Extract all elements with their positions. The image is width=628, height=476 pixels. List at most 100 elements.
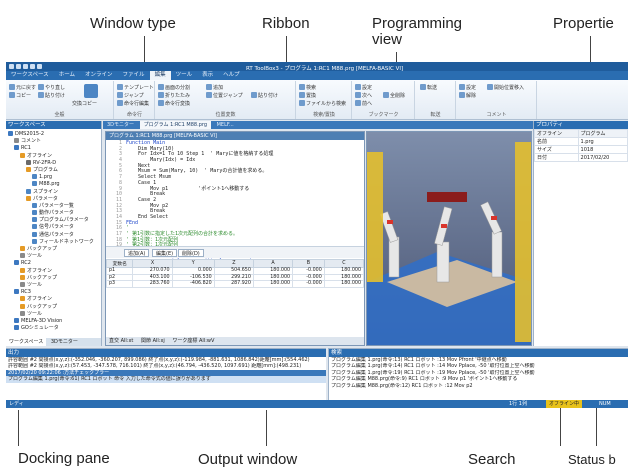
column-header[interactable]: X [132,259,173,268]
tab-cartesian[interactable]: 直交 All:xt [106,337,136,345]
position-paste-button[interactable]: 貼り付け [251,92,278,99]
column-header[interactable]: C [323,259,365,268]
quick-access-toolbar[interactable] [9,64,42,69]
tree-node-label: GOシミュレータ [21,325,59,332]
tree-node[interactable]: バックアップ [8,246,99,253]
tab-online[interactable]: オンライン [80,71,118,80]
tab-edit[interactable]: 編集 [149,71,171,80]
doctab-program[interactable]: プログラム 1:RC1 M88.prg [139,121,212,129]
doctab-3d-monitor[interactable]: 3Dモニター [103,121,138,129]
tree-node[interactable]: オフライン [8,152,99,160]
tree-node[interactable]: ツール [8,281,99,289]
add-button[interactable]: 追加(A) [124,249,150,257]
tab-tools[interactable]: ツール [171,71,198,80]
tree-node[interactable]: DMS2015-2 [8,131,99,138]
output-line[interactable]: 許容範囲 #2 間接点(x,y,z):(57.453, -347.578, 71… [6,363,326,369]
ribbon-group-comment: 設定 解除 開始位置移入 コメント [457,81,537,119]
tab-home[interactable]: ホーム [54,71,80,80]
tab-file[interactable]: ファイル [118,71,150,80]
table-cell: -0.000 [292,280,325,288]
delete-button[interactable]: 削除(D) [178,249,204,257]
paste-button[interactable]: 貼り付け [38,92,65,99]
replace-button[interactable]: 置換 [299,92,316,99]
tree-node[interactable]: GOシミュレータ [8,325,99,332]
bookmark-next-button[interactable]: 次へ [355,92,372,99]
tree-node[interactable]: RC1 [8,145,99,152]
output-line[interactable]: プログラム編集 1.prg(命令:61) RC1 ロボット 命令 入力した命令式… [6,376,326,383]
app-window: RT ToolBox3 - プログラム 1:RC1 M88.prg [MELFA… [6,62,628,408]
tab-help[interactable]: ヘルプ [218,71,245,80]
property-value: 1.prg [577,137,628,146]
column-header[interactable]: Y [171,259,215,268]
copy-button[interactable]: コピー [9,92,31,99]
tree-node[interactable]: オフライン [8,296,99,303]
workspace-tree: DMS2015-2 コメント RC1 オフライン RV-2FR-D プログラム 1.prg M… [6,129,101,334]
column-header[interactable]: Z [213,259,254,268]
tree-node[interactable]: 通信パラメータ [8,231,99,239]
property-row[interactable]: 日付 2017/02/20 [534,153,628,162]
tree-node[interactable]: RC2 [8,260,99,267]
doctab-melfa[interactable]: MELF... [213,121,238,129]
bookmark-clear-button[interactable]: 全削除 [383,92,405,99]
exchange-copy-icon[interactable] [84,84,98,98]
table-row[interactable]: p3 283.760 -406.820 287.920 180.000 -0.000 180… [105,280,365,288]
add-position-button[interactable]: 追加 [206,84,223,91]
tree-node[interactable]: 信号パラメータ [8,224,99,231]
tree-node-label: RC3 [21,289,31,296]
tree-node[interactable]: MELFA-3D Vision [8,317,99,325]
tree-node[interactable]: フィールドネットワーク [8,238,99,246]
command-convert-button[interactable]: 命令行変換 [158,100,190,107]
tab-workspace-pane[interactable]: ワークスペース [6,338,47,346]
edit-button[interactable]: 編集(E) [152,249,178,257]
tree-node[interactable]: コメント [8,138,99,145]
column-header[interactable]: A [252,259,294,268]
comment-insert-button[interactable]: 開始位置移入 [487,84,524,91]
find-in-files-button[interactable]: ファイルから検索 [299,100,346,107]
tab-workspace[interactable]: ワークスペース [6,71,54,80]
find-button[interactable]: 検索 [299,84,316,91]
position-jump-button[interactable]: 位置ジャンプ [206,92,243,99]
tree-node[interactable]: パラメータ一覧 [8,202,99,210]
tree-node[interactable]: 1.prg [8,174,99,181]
split-screen-button[interactable]: 画面の分割 [158,84,190,91]
comment-set-button[interactable]: 設定 [459,84,476,91]
tree-node[interactable]: オフライン [8,267,99,275]
ribbon-group-label: 位置変数 [215,112,236,118]
tree-node[interactable]: RV-2FR-D [8,159,99,167]
property-row[interactable]: オフライン プログラム [534,129,628,138]
fold-button[interactable]: 折りたたみ [158,92,190,99]
command-edit-button[interactable]: 命令行編集 [117,100,149,107]
title-bar: RT ToolBox3 - プログラム 1:RC1 M88.prg [MELFA… [6,62,628,72]
transfer-button[interactable]: 転送 [420,84,437,91]
tab-3d-monitor-pane[interactable]: 3Dモニター [48,338,81,346]
tree-node[interactable]: スプライン [8,188,99,196]
column-header[interactable]: 変数名 [105,259,134,268]
tab-joint[interactable]: 関節 All:xj [138,337,168,345]
comment-clear-button[interactable]: 解除 [459,92,476,99]
tree-node-icon [26,195,31,201]
template-button[interactable]: テンプレート [117,84,154,91]
tree-node[interactable]: バックアップ [8,274,99,282]
jump-button[interactable]: ジャンプ [117,92,144,99]
bookmark-prev-button[interactable]: 前へ [355,100,372,107]
bookmark-set-button[interactable]: 設定 [355,84,372,91]
tree-node[interactable]: バックアップ [8,303,99,311]
column-header[interactable]: B [292,259,325,268]
tree-node-icon [20,267,25,273]
tree-node[interactable]: M88.prg [8,181,99,188]
3d-simulation-view[interactable] [366,131,532,346]
property-name: 日付 [534,153,579,162]
tab-view[interactable]: 表示 [197,71,218,80]
property-row[interactable]: サイズ 1018 [534,145,628,154]
tree-node[interactable]: ツール [8,310,99,318]
property-row[interactable]: 名前 1.prg [534,137,628,146]
code-editor[interactable]: 1 Function Main 2 Dim Mary(10) 3 For Idx=1 … [106,140,364,265]
tree-node[interactable]: ツール [8,253,99,260]
redo-button[interactable]: やり直し [38,84,65,91]
tree-node[interactable]: プログラム [8,166,99,174]
tree-node[interactable]: パラメータ [8,195,99,203]
tab-work-coord[interactable]: ワーク座標 All:wV [169,337,217,345]
undo-button[interactable]: 元に戻す [9,84,36,91]
tree-node[interactable]: RC3 [8,289,99,296]
search-result-line[interactable]: プログラム編集 M88.prg(命令:12) RC1 ロボット :12 Mov … [329,383,628,389]
